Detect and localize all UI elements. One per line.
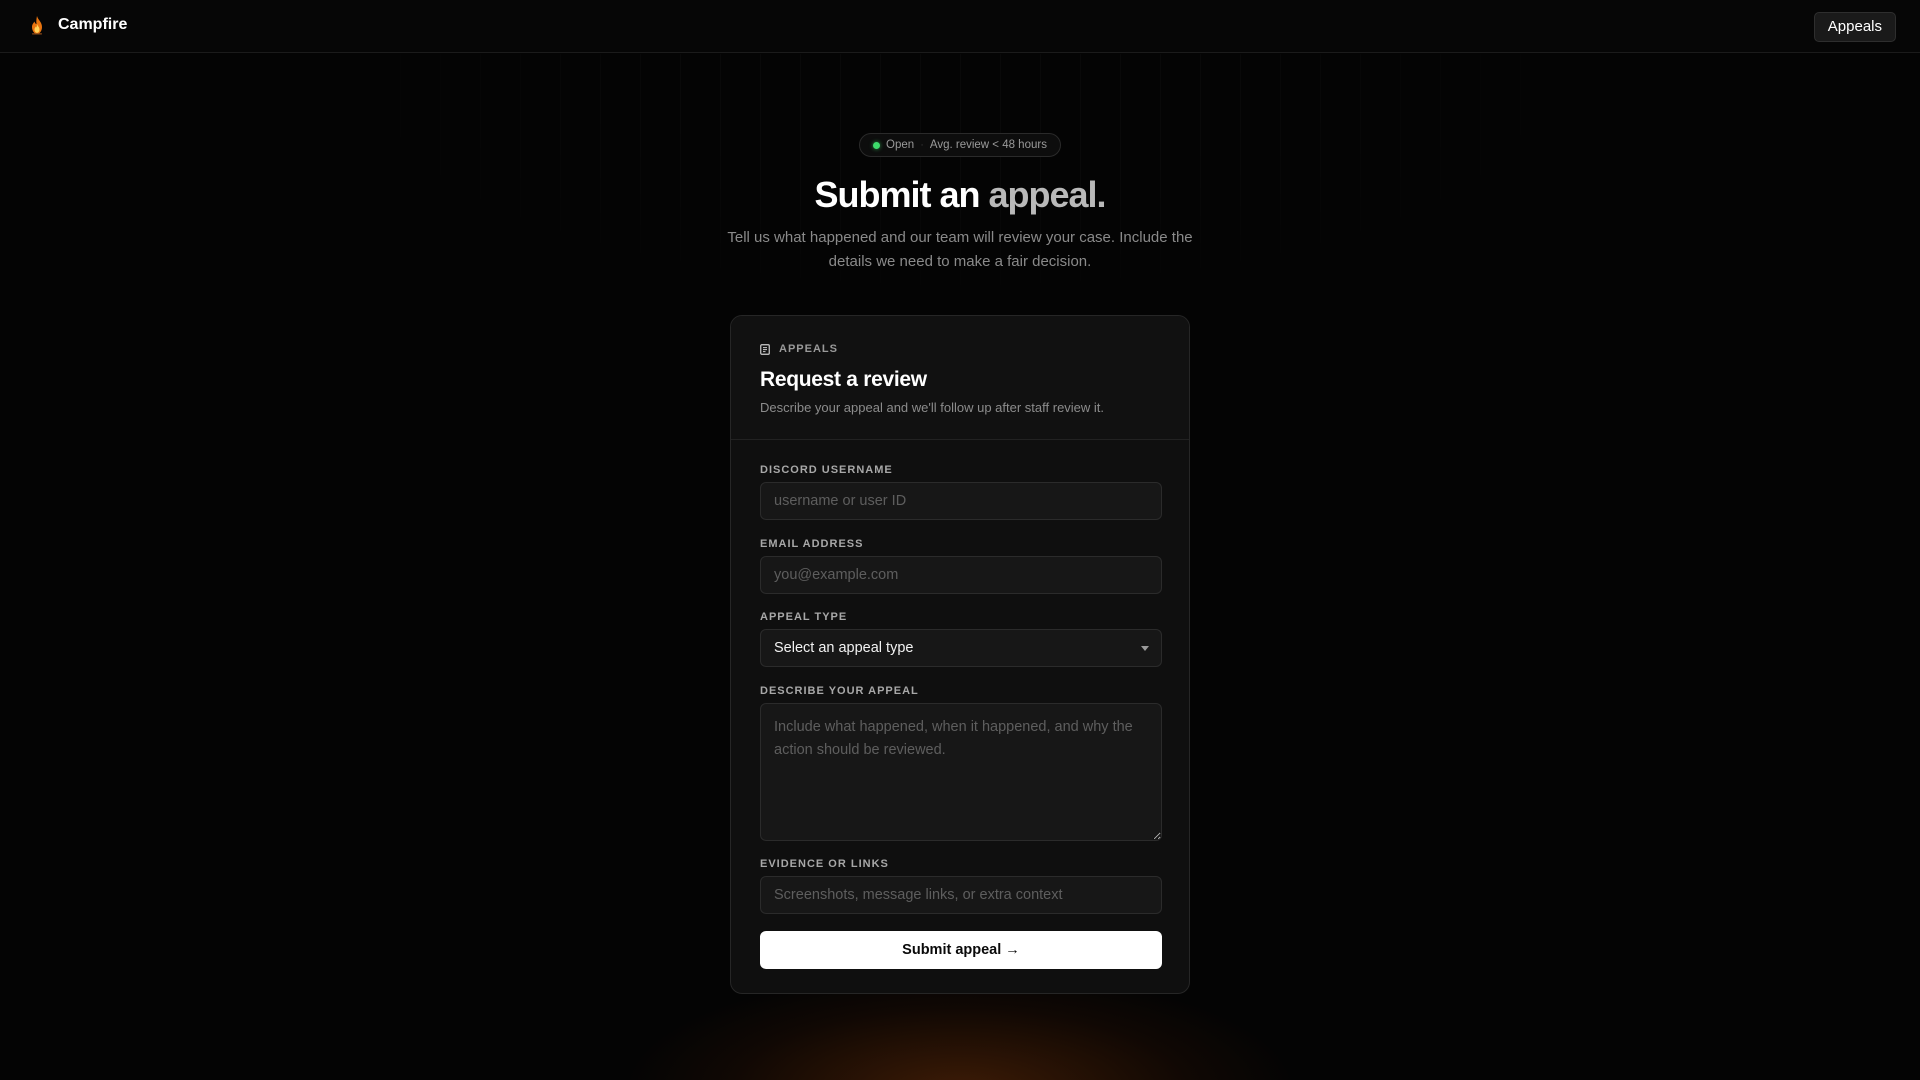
brand-link[interactable]: Campfire [29,15,127,35]
status-badge: Open · Avg. review < 48 hours [859,133,1061,157]
card-eyebrow: APPEALS [760,343,838,355]
status-separator: · [920,139,924,151]
status-dot-icon [873,141,881,149]
status-state: Open [886,139,915,151]
nav-appeals-button[interactable]: Appeals [1813,12,1896,42]
brand-name: Campfire [58,16,128,33]
page-title-main: Submit an [814,174,980,215]
evidence-input[interactable] [760,876,1162,914]
card-description: Describe your appeal and we'll follow up… [760,400,1105,415]
email-input[interactable] [760,556,1162,594]
appeal-type-select[interactable]: Select an appeal type [760,629,1162,667]
description-label: DESCRIBE YOUR APPEAL [760,685,919,697]
card-header: APPEALS Request a review Describe your a… [731,316,1189,440]
chevron-down-icon [1141,646,1149,651]
username-input[interactable] [760,482,1162,520]
description-textarea[interactable] [760,703,1162,841]
page-title-accent: appeal. [988,174,1106,215]
email-label: EMAIL ADDRESS [760,538,864,550]
document-icon [760,343,770,355]
card-title: Request a review [760,368,927,391]
flame-icon [32,16,42,35]
page-subtitle: Tell us what happened and our team will … [727,229,1193,270]
username-label: DISCORD USERNAME [760,464,893,476]
top-navigation-bar: Campfire Appeals [0,0,1920,53]
page-title: Submit an appeal. [0,172,1920,218]
appeal-type-selected-value: Select an appeal type [774,640,914,656]
card-eyebrow-label: APPEALS [779,343,838,355]
appeal-form-card: APPEALS Request a review Describe your a… [730,315,1190,994]
appeal-type-label: APPEAL TYPE [760,611,848,623]
status-review-time: Avg. review < 48 hours [929,139,1047,151]
evidence-label: EVIDENCE OR LINKS [760,858,889,870]
submit-appeal-button[interactable]: Submit appeal → [760,931,1162,969]
